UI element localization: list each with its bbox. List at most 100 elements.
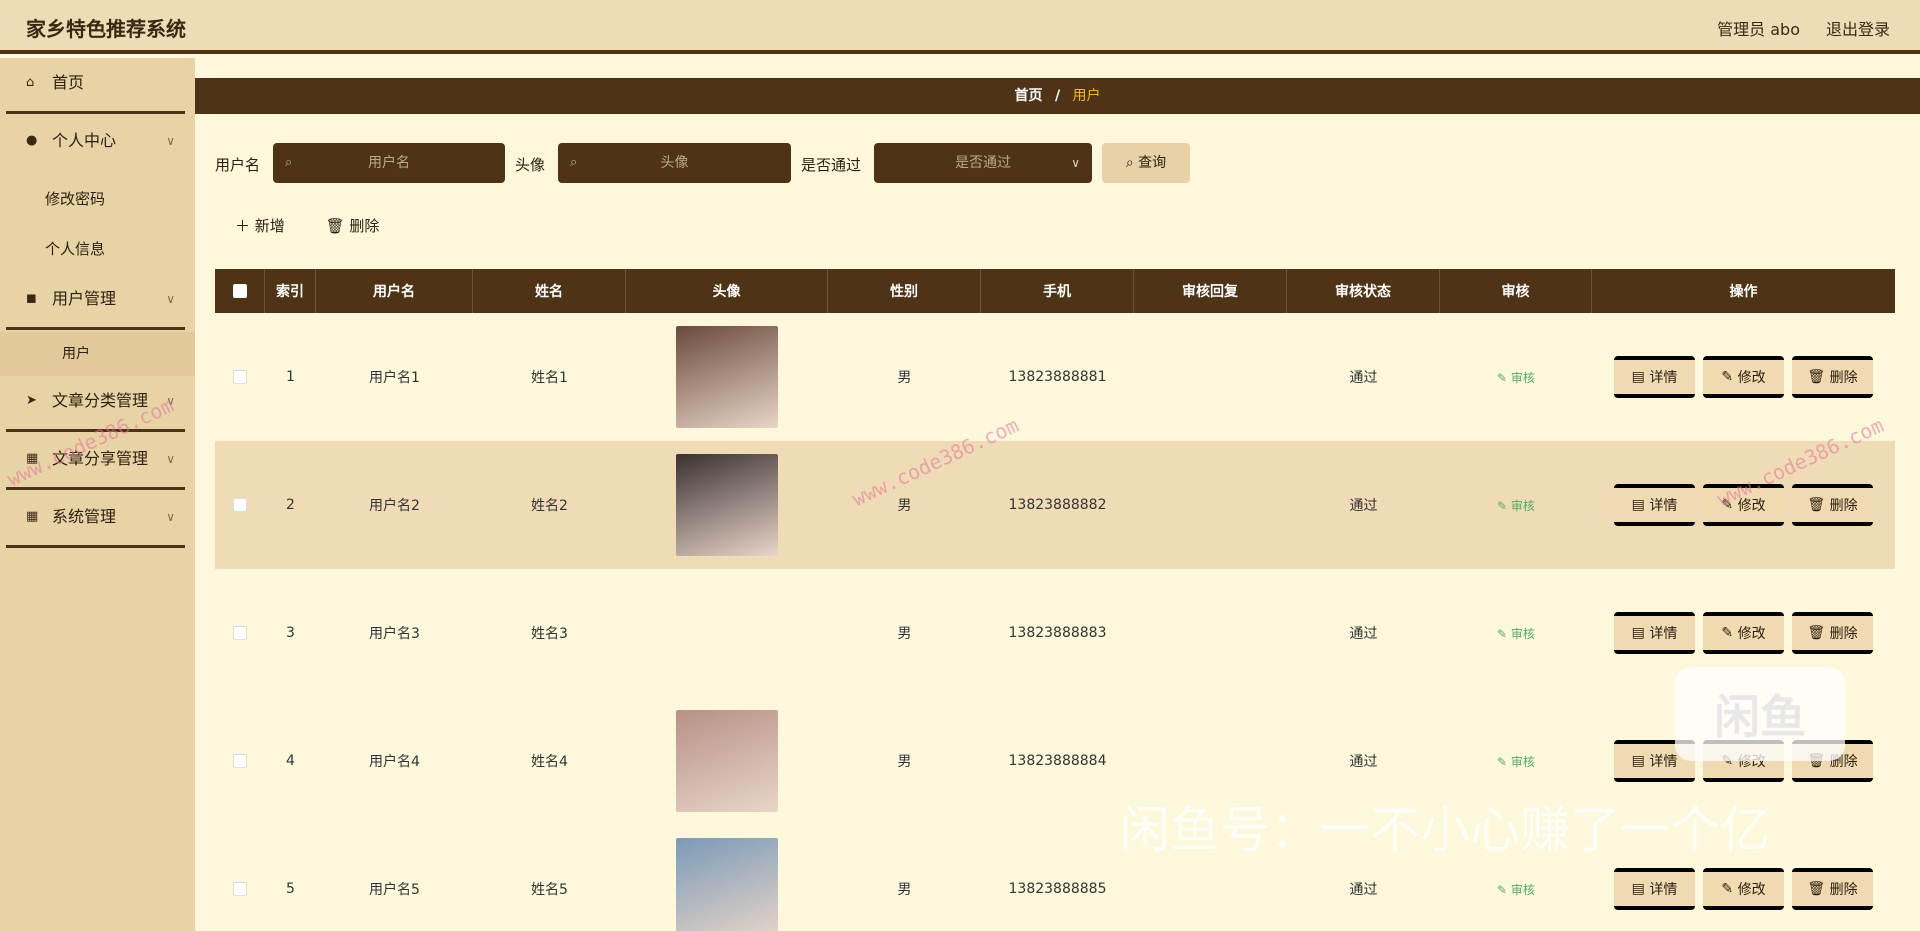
plus-icon: ＋ <box>235 217 255 235</box>
row-select-cell <box>215 569 265 697</box>
cell-index: 5 <box>286 881 295 897</box>
cell-name: 姓名2 <box>531 498 568 514</box>
cell-reply <box>1134 825 1287 931</box>
sidebar-divider <box>6 487 185 490</box>
breadcrumb-separator: / <box>1054 88 1061 104</box>
audit-link[interactable]: ✎ 审核 <box>1497 497 1535 514</box>
breadcrumb: 首页 / 用户 <box>195 78 1920 114</box>
sidebar-item-personal-info[interactable]: 个人信息 <box>0 224 195 274</box>
select-all-cell <box>215 269 265 313</box>
row-checkbox[interactable] <box>233 498 247 512</box>
cell-reply <box>1134 697 1287 825</box>
avatar-search-input[interactable]: ⌕ 头像 <box>558 143 791 183</box>
avatar-placeholder: 头像 <box>660 155 689 171</box>
sidebar-item-personal-center[interactable]: ● 个人中心 ∨ <box>0 116 195 174</box>
search-icon: ⌕ <box>570 155 578 170</box>
avatar <box>676 710 778 812</box>
delete-button[interactable]: 🗑 删除 <box>1792 484 1873 526</box>
query-button[interactable]: ⌕ 查询 <box>1102 143 1190 183</box>
col-header-phone: 手机 <box>981 269 1134 313</box>
action-toolbar: ＋ 新增 🗑 删除 <box>235 215 415 236</box>
audit-link[interactable]: ✎ 审核 <box>1497 753 1535 770</box>
sidebar-item-home[interactable]: ⌂ 首页 <box>0 58 195 116</box>
cell-audit: ✎ 审核 <box>1440 441 1592 569</box>
cell-avatar <box>626 569 828 697</box>
cell-index: 4 <box>286 753 295 769</box>
cell-username: 用户名5 <box>369 882 420 898</box>
audit-link[interactable]: ✎ 审核 <box>1497 881 1535 898</box>
delete-button[interactable]: 🗑 删除 <box>1792 356 1873 398</box>
row-checkbox[interactable] <box>233 754 247 768</box>
detail-button[interactable]: ▤ 详情 <box>1614 356 1695 398</box>
op-label: 详情 <box>1649 626 1678 642</box>
op-label: 修改 <box>1737 498 1766 514</box>
cell-status: 通过 <box>1349 882 1378 898</box>
edit-button[interactable]: ✎ 修改 <box>1703 868 1784 910</box>
chevron-down-icon: ∨ <box>166 292 175 306</box>
cell-avatar <box>626 825 828 931</box>
sidebar-item-user-management[interactable]: ◼ 用户管理 ∨ <box>0 274 195 332</box>
cell-name: 姓名1 <box>531 370 568 386</box>
username-search-input[interactable]: ⌕ 用户名 <box>273 143 505 183</box>
cell-index: 1 <box>286 369 295 385</box>
delete-button[interactable]: 🗑 删除 <box>1792 612 1873 654</box>
cell-audit: ✎ 审核 <box>1440 825 1592 931</box>
op-label: 修改 <box>1737 626 1766 642</box>
pass-select[interactable]: 是否通过 ∨ <box>874 143 1092 183</box>
logout-link[interactable]: 退出登录 <box>1826 16 1890 40</box>
row-checkbox[interactable] <box>233 626 247 640</box>
chevron-down-icon: ∨ <box>166 134 175 148</box>
delete-label: 删除 <box>349 217 380 235</box>
detail-button[interactable]: ▤ 详情 <box>1614 868 1695 910</box>
sidebar-item-change-password[interactable]: 修改密码 <box>0 174 195 224</box>
batch-delete-button[interactable]: 🗑 删除 <box>326 217 380 235</box>
pass-label: 是否通过 <box>801 156 862 174</box>
audit-link[interactable]: ✎ 审核 <box>1497 625 1535 642</box>
row-checkbox[interactable] <box>233 882 247 896</box>
edit-icon: ✎ <box>1497 370 1511 385</box>
trash-icon: 🗑 <box>1807 881 1830 897</box>
cell-reply <box>1134 569 1287 697</box>
table-row: 2 用户名2 姓名2 男 13823888882 通过 ✎ 审核 ▤ 详情 ✎ 修改 🗑 删除 <box>215 441 1895 569</box>
send-icon: ➤ <box>26 393 37 408</box>
row-checkbox[interactable] <box>233 370 247 384</box>
grid-icon: ▦ <box>26 509 39 524</box>
sidebar-item-article-category[interactable]: ➤ 文章分类管理 ∨ <box>0 376 195 434</box>
edit-icon: ✎ <box>1721 369 1738 385</box>
select-all-checkbox[interactable] <box>232 284 247 298</box>
cell-reply <box>1134 441 1287 569</box>
xianyu-badge: 闲鱼 <box>1675 667 1845 761</box>
trash-icon: 🗑 <box>1807 497 1830 513</box>
add-button[interactable]: ＋ 新增 <box>235 217 285 235</box>
op-label: 删除 <box>1829 626 1858 642</box>
cell-status: 通过 <box>1349 498 1378 514</box>
sidebar-item-label: 用户管理 <box>52 289 117 308</box>
add-label: 新增 <box>254 217 285 235</box>
col-header-gender: 性别 <box>828 269 981 313</box>
sidebar-item-system[interactable]: ▦ 系统管理 ∨ <box>0 492 195 550</box>
col-header-audit: 审核 <box>1440 269 1592 313</box>
edit-button[interactable]: ✎ 修改 <box>1703 356 1784 398</box>
sidebar-item-users[interactable]: 用户 <box>0 332 195 376</box>
detail-button[interactable]: ▤ 详情 <box>1614 612 1695 654</box>
op-label: 详情 <box>1649 882 1678 898</box>
trash-icon: 🗑 <box>1807 369 1830 385</box>
delete-button[interactable]: 🗑 删除 <box>1792 868 1873 910</box>
audit-link[interactable]: ✎ 审核 <box>1497 369 1535 386</box>
sidebar-item-article-share[interactable]: ▦ 文章分享管理 ∨ <box>0 434 195 492</box>
sidebar-divider <box>6 327 185 330</box>
detail-button[interactable]: ▤ 详情 <box>1614 484 1695 526</box>
top-header: 家乡特色推荐系统 管理员 abo 退出登录 <box>0 0 1920 54</box>
edit-button[interactable]: ✎ 修改 <box>1703 612 1784 654</box>
sidebar-item-label: 文章分类管理 <box>52 391 149 410</box>
sidebar-divider <box>6 545 185 548</box>
op-label: 删除 <box>1829 370 1858 386</box>
users-icon: ◼ <box>26 291 37 306</box>
query-label: 查询 <box>1138 155 1167 171</box>
breadcrumb-home[interactable]: 首页 <box>1014 88 1042 104</box>
cell-gender: 男 <box>897 882 912 898</box>
cell-gender: 男 <box>897 754 912 770</box>
edit-button[interactable]: ✎ 修改 <box>1703 484 1784 526</box>
table-row: 3 用户名3 姓名3 男 13823888883 通过 ✎ 审核 ▤ 详情 ✎ 修改 🗑 删除 <box>215 569 1895 697</box>
sidebar-item-label: 文章分享管理 <box>52 449 149 468</box>
